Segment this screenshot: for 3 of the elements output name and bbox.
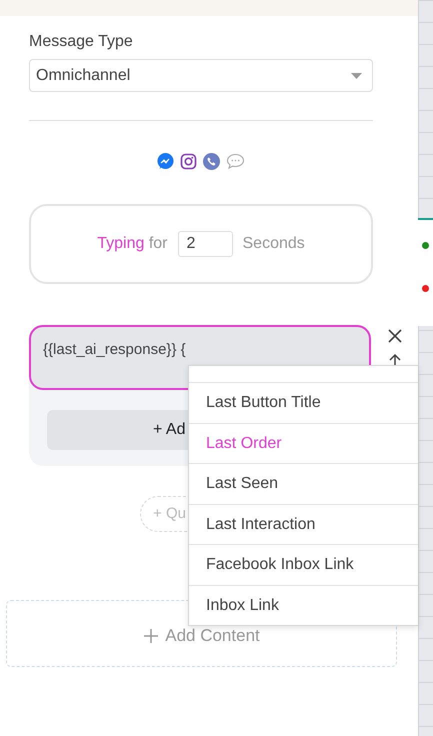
typing-label: Typing for — [97, 235, 168, 253]
field-label: Message Type — [29, 33, 133, 51]
seconds-label: Seconds — [242, 235, 305, 253]
